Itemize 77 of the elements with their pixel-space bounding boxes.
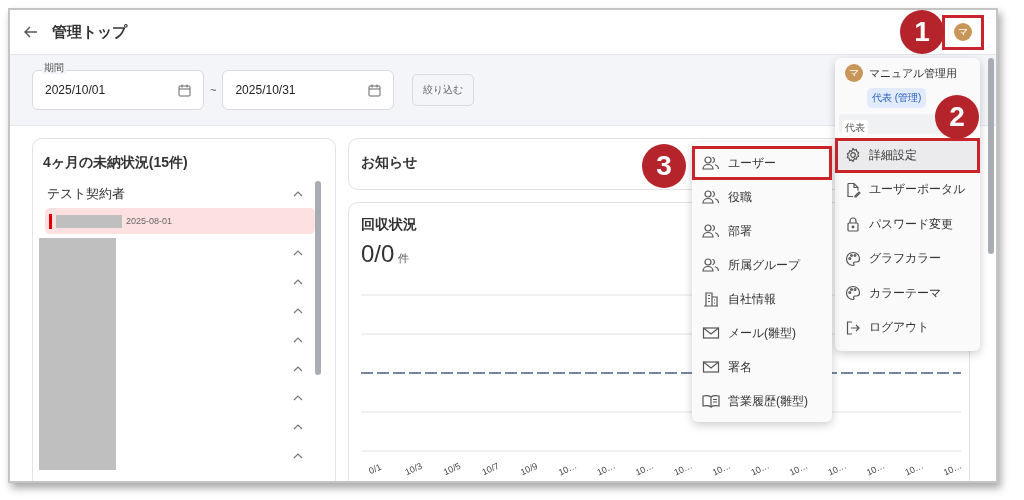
card-title: お知らせ xyxy=(361,154,417,172)
axis-label: 10/9 xyxy=(518,460,540,478)
due-date: 2025-08-01 xyxy=(126,216,173,226)
menu-item[interactable]: 所属グループ xyxy=(692,248,832,282)
contract-name: テスト契約者 xyxy=(46,185,125,203)
menu-item[interactable]: ログアウト xyxy=(835,310,980,345)
chevron-icon[interactable] xyxy=(293,423,303,430)
step-number-badge: 1 xyxy=(900,10,944,54)
book-icon xyxy=(702,393,720,409)
axis-label: 10… xyxy=(941,460,964,478)
palette-icon xyxy=(845,285,861,302)
mail-icon xyxy=(702,359,720,375)
calendar-icon[interactable] xyxy=(178,83,191,97)
page-scrollbar[interactable] xyxy=(988,58,994,254)
arrears-entry[interactable]: 2025-08-01 xyxy=(45,208,315,234)
user-avatar: マ xyxy=(845,64,863,82)
axis-label: 10/5 xyxy=(441,460,463,478)
back-arrow-icon[interactable] xyxy=(24,26,38,38)
chevron-icon[interactable] xyxy=(293,394,303,401)
lock-icon xyxy=(845,216,861,233)
menu-item[interactable]: グラフカラー xyxy=(835,241,980,276)
page-title: 管理トップ xyxy=(52,22,127,42)
end-date-field[interactable]: 2025/10/31 xyxy=(222,70,395,110)
axis-label: 0/1 xyxy=(367,461,383,477)
menu-item[interactable]: 役職 xyxy=(692,180,832,214)
gear-icon xyxy=(845,147,861,164)
chevron-icon[interactable] xyxy=(293,307,303,314)
users-icon xyxy=(702,223,720,239)
collection-count: 0/0 xyxy=(361,240,395,268)
logout-icon xyxy=(845,319,861,336)
axis-label: 10… xyxy=(864,460,887,478)
chevron-icon[interactable] xyxy=(293,336,303,343)
range-separator: ~ xyxy=(210,84,217,96)
menu-item[interactable]: 詳細設定 xyxy=(835,138,980,173)
chevron-icon[interactable] xyxy=(293,365,303,372)
menu-item[interactable]: メール(雛型) xyxy=(692,316,832,350)
axis-label: 10… xyxy=(787,460,810,478)
axis-label: 10… xyxy=(595,460,617,478)
chevron-icon[interactable] xyxy=(293,452,303,459)
menu-item[interactable]: ユーザーポータル xyxy=(835,172,980,207)
calendar-icon[interactable] xyxy=(368,83,382,97)
mail-icon xyxy=(702,325,720,341)
chevron-icon[interactable] xyxy=(293,191,303,197)
field-label: 期間 xyxy=(42,62,66,74)
scrollbar[interactable] xyxy=(315,181,321,375)
axis-label: 10… xyxy=(672,460,694,478)
axis-label: 10… xyxy=(633,460,656,478)
axis-label: 10… xyxy=(710,460,733,478)
axis-label: 10… xyxy=(826,460,848,478)
user-name: マニュアル管理用 xyxy=(869,65,957,81)
menu-item[interactable]: 署名 xyxy=(692,350,832,384)
menu-item[interactable]: カラーテーマ xyxy=(835,276,980,311)
document-edit-icon xyxy=(845,181,861,198)
users-icon xyxy=(702,257,720,273)
axis-label: 10… xyxy=(903,460,925,478)
user-avatar: マ xyxy=(954,23,972,41)
axis-label: 10/3 xyxy=(403,460,424,478)
menu-item[interactable]: ユーザー xyxy=(692,146,832,180)
card-title: 回収状況 xyxy=(361,216,417,234)
count-unit: 件 xyxy=(398,251,410,266)
axis-label: 10… xyxy=(556,460,579,478)
card-title: 4ヶ月の未納状況(15件) xyxy=(43,154,188,172)
redaction-block xyxy=(56,214,122,228)
building-icon xyxy=(702,291,720,307)
palette-icon xyxy=(845,250,861,267)
role-chip: 代表 (管理) xyxy=(867,88,927,108)
chevron-icon[interactable] xyxy=(293,249,303,256)
menu-item[interactable]: 営業履歴(雛型) xyxy=(692,384,832,418)
users-icon xyxy=(702,189,720,205)
users-icon xyxy=(702,155,720,171)
axis-label: 10… xyxy=(749,460,771,478)
chevron-icon[interactable] xyxy=(293,278,303,285)
filter-button[interactable]: 絞り込む xyxy=(412,74,475,106)
axis-label: 10/7 xyxy=(480,460,501,478)
menu-item[interactable]: 部署 xyxy=(692,214,832,248)
menu-item[interactable]: 自社情報 xyxy=(692,282,832,316)
menu-item[interactable]: パスワード変更 xyxy=(835,207,980,242)
